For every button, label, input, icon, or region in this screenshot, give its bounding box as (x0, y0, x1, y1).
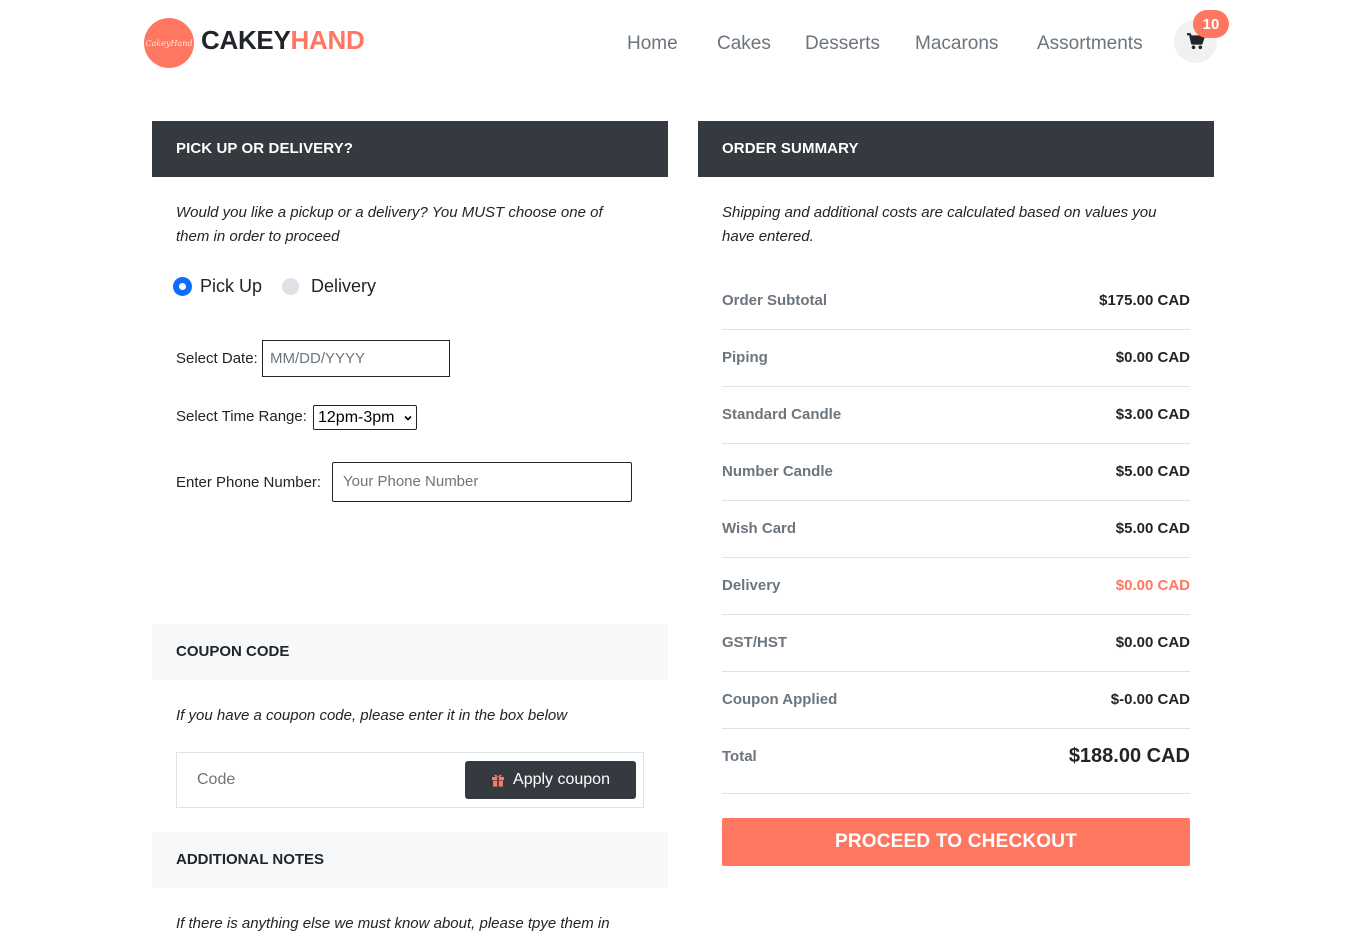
total-label: Total (722, 748, 757, 765)
summary-row-value: $0.00 CAD (1115, 634, 1190, 651)
coupon-description: If you have a coupon code, please enter … (176, 707, 568, 724)
summary-row-label: Standard Candle (722, 406, 842, 423)
chevron-down-icon (404, 415, 412, 421)
date-input[interactable]: MM/DD/YYYY (262, 340, 450, 377)
summary-row-label: GST/HST (722, 634, 788, 651)
summary-row-label: Coupon Applied (722, 691, 838, 708)
nav-assortments[interactable]: Assortments (1037, 31, 1143, 57)
summary-row-value: $0.00 CAD (1115, 349, 1190, 366)
coupon-form: Code Apply coupon (176, 752, 644, 808)
summary-row-value: $5.00 CAD (1115, 520, 1190, 537)
summary-row-delivery: Delivery $0.00 CAD (722, 558, 1190, 615)
time-range-value: 12pm-3pm (318, 409, 395, 426)
summary-row-label: Number Candle (722, 463, 833, 480)
total-value: $188.00 CAD (1068, 745, 1190, 767)
date-label: Select Date: (176, 350, 258, 367)
summary-row-value: $5.00 CAD (1115, 463, 1190, 480)
summary-heading: ORDER SUMMARY (698, 121, 1214, 177)
summary-row-value: $0.00 CAD (1115, 577, 1190, 594)
delivery-radio[interactable] (282, 277, 300, 295)
brand-name[interactable]: CAKEYHAND (201, 24, 365, 56)
summary-row-coupon: Coupon Applied $-0.00 CAD (722, 672, 1190, 729)
logo-text: CakeyHand (145, 38, 193, 48)
coupon-heading: COUPON CODE (152, 624, 668, 680)
pickup-radio-label[interactable]: Pick Up (200, 276, 262, 297)
pickup-description-line2: them in order to proceed (176, 228, 340, 245)
summary-row-value: $-0.00 CAD (1110, 691, 1190, 708)
phone-label: Enter Phone Number: (176, 474, 322, 491)
gift-icon (492, 774, 505, 787)
apply-coupon-label: Apply coupon (513, 771, 610, 788)
nav-cakes[interactable]: Cakes (717, 31, 771, 57)
time-range-select[interactable]: 12pm-3pm (313, 405, 417, 430)
summary-row-label: Piping (722, 349, 768, 366)
nav-desserts[interactable]: Desserts (805, 31, 880, 57)
summary-row-label: Order Subtotal (722, 292, 828, 309)
coupon-code-input[interactable]: Code (197, 767, 235, 793)
summary-row-label: Wish Card (722, 520, 797, 537)
summary-row-subtotal: Order Subtotal $175.00 CAD (722, 273, 1190, 330)
proceed-to-checkout-button[interactable]: PROCEED TO CHECKOUT (722, 818, 1190, 866)
delivery-radio-label[interactable]: Delivery (311, 276, 376, 297)
notes-heading: ADDITIONAL NOTES (152, 832, 668, 888)
notes-description: If there is anything else we must know a… (176, 915, 610, 932)
summary-row-piping: Piping $0.00 CAD (722, 330, 1190, 387)
summary-row-gst: GST/HST $0.00 CAD (722, 615, 1190, 672)
cart-count-badge: 10 (1193, 10, 1229, 38)
time-label: Select Time Range: (176, 408, 307, 425)
apply-coupon-button[interactable]: Apply coupon (465, 761, 636, 799)
summary-row-value: $3.00 CAD (1115, 406, 1190, 423)
nav-home[interactable]: Home (627, 31, 678, 57)
summary-description-line1: Shipping and additional costs are calcul… (722, 204, 1157, 221)
pickup-heading: PICK UP OR DELIVERY? (152, 121, 668, 177)
pickup-description-line1: Would you like a pickup or a delivery? Y… (176, 204, 603, 221)
logo[interactable]: CakeyHand (144, 18, 194, 68)
pickup-radio[interactable] (174, 277, 191, 295)
summary-row-total: Total $188.00 CAD (722, 729, 1190, 794)
summary-row-wish-card: Wish Card $5.00 CAD (722, 501, 1190, 558)
nav-macarons[interactable]: Macarons (915, 31, 998, 57)
summary-row-number-candle: Number Candle $5.00 CAD (722, 444, 1190, 501)
phone-input[interactable]: Your Phone Number (332, 462, 632, 502)
summary-row-value: $175.00 CAD (1099, 292, 1190, 309)
summary-row-standard-candle: Standard Candle $3.00 CAD (722, 387, 1190, 444)
pickup-options: Pick Up Delivery (174, 274, 376, 298)
summary-description-line2: have entered. (722, 228, 814, 245)
summary-row-label: Delivery (722, 577, 781, 594)
